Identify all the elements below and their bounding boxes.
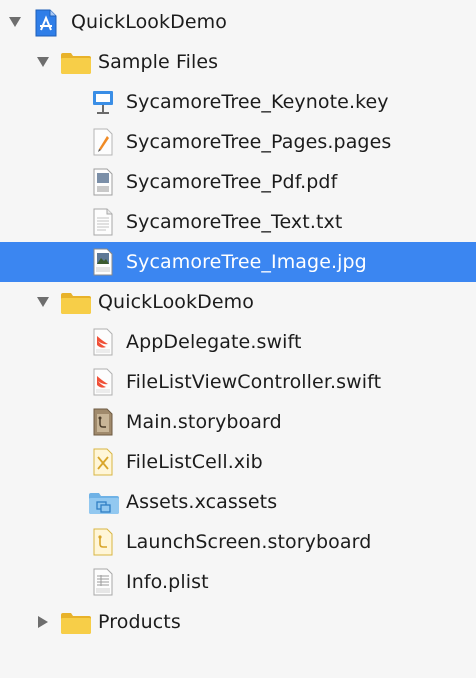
file-label: SycamoreTree_Image.jpg bbox=[126, 251, 367, 273]
file-row[interactable]: Main.storyboard bbox=[0, 402, 476, 442]
file-label: Main.storyboard bbox=[126, 411, 282, 433]
file-row[interactable]: SycamoreTree_Pages.pages bbox=[0, 122, 476, 162]
swift-file-icon bbox=[91, 368, 115, 400]
file-row[interactable]: LaunchScreen.storyboard bbox=[0, 522, 476, 562]
folder-icon bbox=[60, 611, 92, 639]
jpeg-file-icon bbox=[91, 248, 115, 280]
project-row[interactable]: QuickLookDemo bbox=[0, 2, 476, 42]
file-row[interactable]: FileListCell.xib bbox=[0, 442, 476, 482]
file-label: SycamoreTree_Pages.pages bbox=[126, 131, 392, 153]
file-label: SycamoreTree_Text.txt bbox=[126, 211, 343, 233]
file-row[interactable]: SycamoreTree_Keynote.key bbox=[0, 82, 476, 122]
xcode-project-icon bbox=[34, 9, 58, 41]
assets-folder-icon bbox=[88, 491, 120, 519]
pages-file-icon bbox=[91, 128, 115, 160]
swift-file-icon bbox=[91, 328, 115, 360]
storyboard-file-icon bbox=[91, 408, 115, 440]
file-row[interactable]: Assets.xcassets bbox=[0, 482, 476, 522]
disclosure-triangle-expanded-icon[interactable] bbox=[36, 55, 50, 69]
disclosure-triangle-collapsed-icon[interactable] bbox=[36, 615, 50, 629]
file-row[interactable]: Info.plist bbox=[0, 562, 476, 602]
project-navigator: QuickLookDemo Sample Files SycamoreTree_… bbox=[0, 0, 476, 678]
disclosure-triangle-expanded-icon[interactable] bbox=[8, 15, 22, 29]
project-name: QuickLookDemo bbox=[71, 11, 227, 33]
storyboard-file-icon bbox=[91, 528, 115, 560]
file-label: SycamoreTree_Pdf.pdf bbox=[126, 171, 338, 193]
file-label: Info.plist bbox=[126, 571, 209, 593]
file-label: Assets.xcassets bbox=[126, 491, 278, 513]
file-label: SycamoreTree_Keynote.key bbox=[126, 91, 389, 113]
group-label: QuickLookDemo bbox=[98, 291, 254, 313]
folder-icon bbox=[60, 291, 92, 319]
group-row-products[interactable]: Products bbox=[0, 602, 476, 642]
group-row-quicklookdemo[interactable]: QuickLookDemo bbox=[0, 282, 476, 322]
group-row-sample-files[interactable]: Sample Files bbox=[0, 42, 476, 82]
file-row[interactable]: FileListViewController.swift bbox=[0, 362, 476, 402]
file-row[interactable]: AppDelegate.swift bbox=[0, 322, 476, 362]
file-label: AppDelegate.swift bbox=[126, 331, 302, 353]
folder-icon bbox=[60, 51, 92, 79]
plist-file-icon bbox=[91, 568, 115, 600]
file-label: FileListViewController.swift bbox=[126, 371, 382, 393]
text-file-icon bbox=[91, 208, 115, 240]
group-label: Sample Files bbox=[98, 51, 219, 73]
disclosure-triangle-expanded-icon[interactable] bbox=[36, 295, 50, 309]
file-row-selected[interactable]: SycamoreTree_Image.jpg bbox=[0, 242, 476, 282]
file-label: FileListCell.xib bbox=[126, 451, 263, 473]
file-label: LaunchScreen.storyboard bbox=[126, 531, 372, 553]
group-label: Products bbox=[98, 611, 181, 633]
file-row[interactable]: SycamoreTree_Pdf.pdf bbox=[0, 162, 476, 202]
xib-file-icon bbox=[91, 448, 115, 480]
file-row[interactable]: SycamoreTree_Text.txt bbox=[0, 202, 476, 242]
keynote-file-icon bbox=[91, 88, 115, 120]
pdf-file-icon bbox=[91, 168, 115, 200]
